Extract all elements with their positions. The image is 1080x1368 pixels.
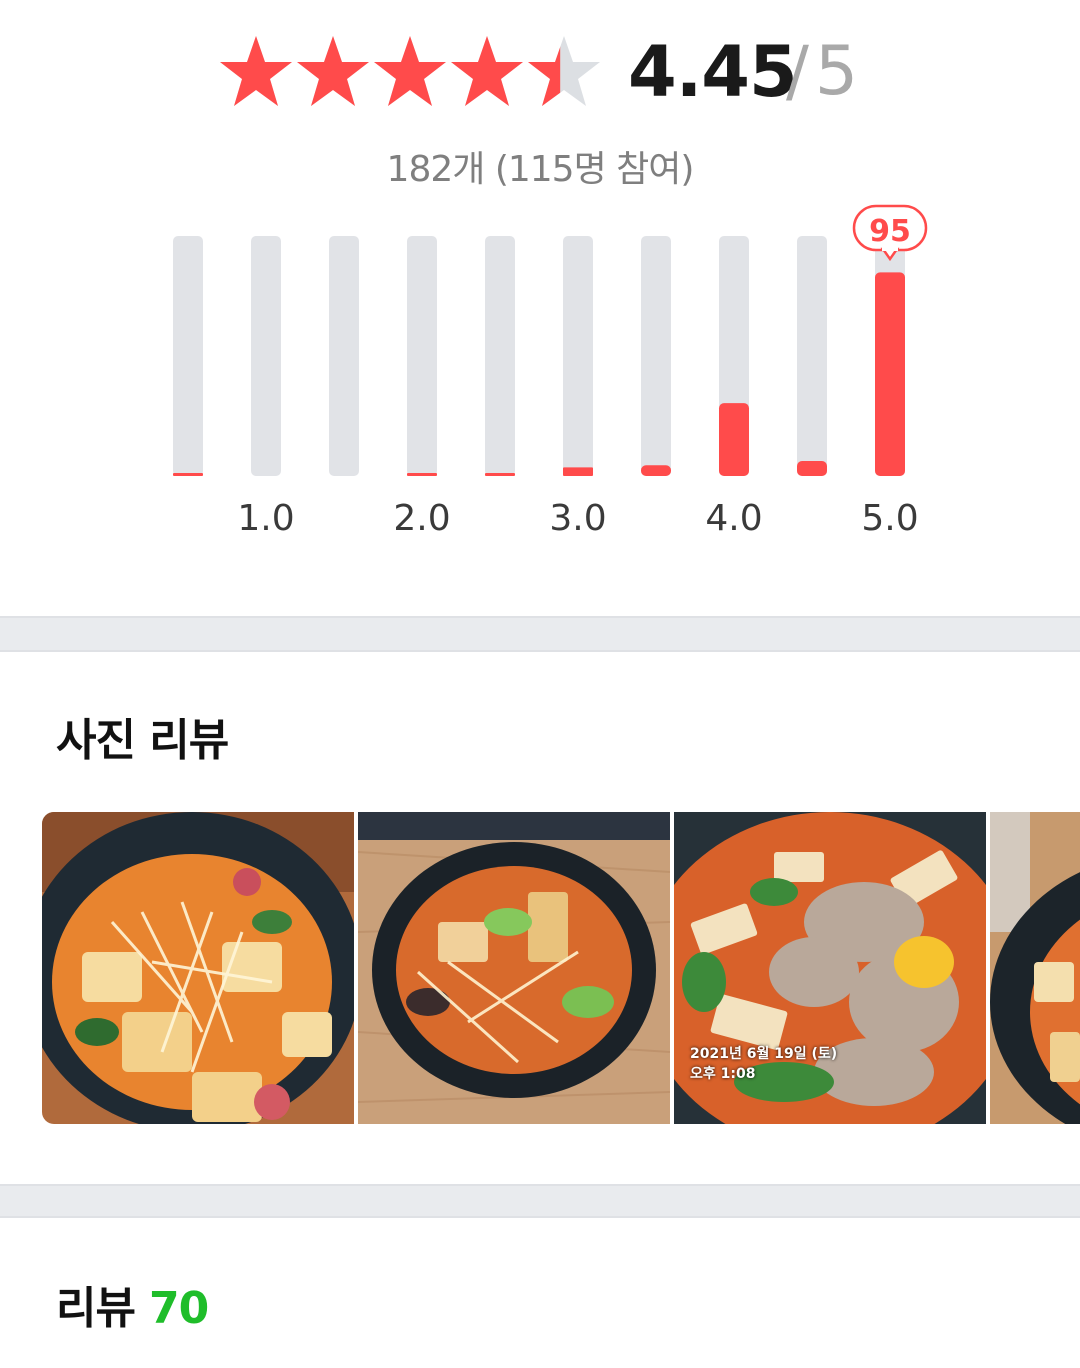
histogram-bar bbox=[875, 272, 905, 476]
photo-time: 오후 1:08 bbox=[690, 1066, 756, 1082]
histogram-track bbox=[641, 236, 671, 476]
max-value-label: 95 bbox=[869, 214, 911, 249]
rating-count: 182개 (115명 참여) bbox=[386, 149, 695, 190]
review-title: 리뷰 bbox=[56, 1283, 136, 1334]
histogram-bar bbox=[485, 473, 515, 476]
photo-review-thumb[interactable]: 2021년 6월 19일 (토) 오후 1:08 bbox=[674, 812, 986, 1124]
histogram-bar bbox=[719, 403, 749, 476]
star-icon bbox=[528, 36, 600, 106]
histogram-track bbox=[251, 236, 281, 476]
histogram-track bbox=[563, 236, 593, 476]
rating-header: 4.45 /5 bbox=[0, 30, 1080, 114]
photo-review-thumb[interactable] bbox=[42, 812, 354, 1124]
histogram-tick-label: 2.0 bbox=[393, 498, 451, 539]
histogram-bar bbox=[797, 461, 827, 476]
histogram-tick-label: 5.0 bbox=[861, 498, 919, 539]
star-icon bbox=[297, 36, 369, 106]
histogram-track bbox=[797, 236, 827, 476]
food-photo-icon bbox=[42, 812, 354, 1124]
histogram-bar bbox=[563, 467, 593, 476]
food-photo-icon bbox=[990, 812, 1080, 1124]
score-max: /5 bbox=[786, 32, 859, 111]
star-icon bbox=[374, 36, 446, 106]
average-score: 4.45 bbox=[628, 31, 798, 113]
histogram-tick-label: 3.0 bbox=[549, 498, 607, 539]
histogram-bar bbox=[173, 473, 203, 476]
histogram-track bbox=[485, 236, 515, 476]
section-divider bbox=[0, 1184, 1080, 1218]
review-count: 70 bbox=[148, 1283, 209, 1334]
histogram-track bbox=[173, 236, 203, 476]
histogram-bar bbox=[641, 465, 671, 476]
food-photo-icon bbox=[358, 812, 670, 1124]
histogram-bar bbox=[407, 473, 437, 476]
score-max-value: 5 bbox=[814, 32, 859, 111]
photo-review-title: 사진 리뷰 bbox=[56, 715, 229, 766]
histogram-chart: 95 bbox=[173, 204, 928, 476]
photo-timestamp: 2021년 6월 19일 (토) 오후 1:08 bbox=[690, 1044, 837, 1084]
photo-date: 2021년 6월 19일 (토) bbox=[690, 1046, 838, 1062]
section-divider bbox=[0, 616, 1080, 652]
histogram-track bbox=[407, 236, 437, 476]
rating-histogram: 95 1.0 2.0 3.0 4.0 5.0 bbox=[0, 200, 1080, 560]
star-icon bbox=[451, 36, 523, 106]
review-header: 리뷰 70 bbox=[56, 1272, 209, 1336]
histogram-tick-label: 1.0 bbox=[237, 498, 295, 539]
max-value-callout: 95 bbox=[852, 204, 928, 262]
histogram-tick-label: 4.0 bbox=[705, 498, 763, 539]
star-rating bbox=[218, 34, 600, 110]
photo-review-thumb[interactable] bbox=[990, 812, 1080, 1124]
photo-review-thumb[interactable] bbox=[358, 812, 670, 1124]
star-icon bbox=[220, 36, 292, 106]
photo-review-strip[interactable]: 2021년 6월 19일 (토) 오후 1:08 bbox=[42, 812, 1080, 1124]
histogram-track bbox=[329, 236, 359, 476]
